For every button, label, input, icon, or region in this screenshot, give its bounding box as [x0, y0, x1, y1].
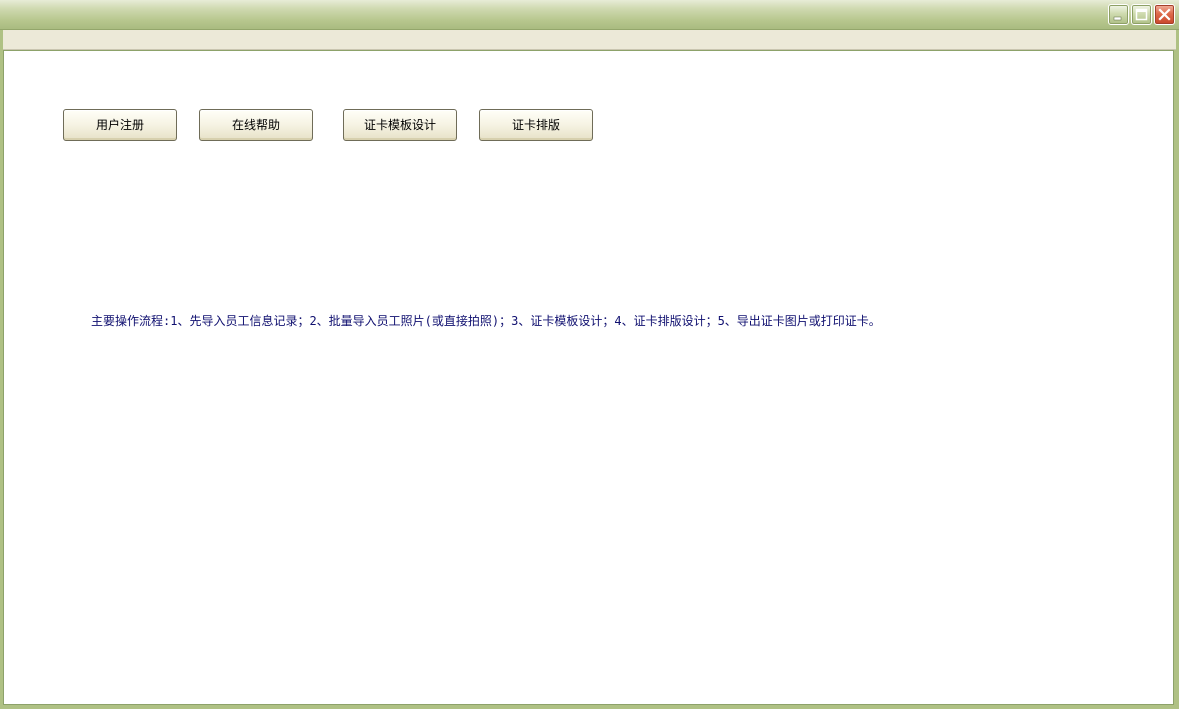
online-help-button[interactable]: 在线帮助: [199, 109, 313, 141]
card-template-design-button[interactable]: 证卡模板设计: [343, 109, 457, 141]
menu-bar: [3, 30, 1176, 50]
app-window: 用户注册 在线帮助 证卡模板设计 证卡排版 主要操作流程:1、先导入员工信息记录…: [0, 0, 1179, 709]
main-panel: 用户注册 在线帮助 证卡模板设计 证卡排版 主要操作流程:1、先导入员工信息记录…: [3, 50, 1174, 705]
title-bar[interactable]: [0, 0, 1179, 30]
minimize-icon: [1113, 16, 1122, 21]
maximize-button[interactable]: [1131, 4, 1152, 25]
close-icon: [1158, 8, 1171, 21]
close-button[interactable]: [1154, 4, 1175, 25]
user-register-button[interactable]: 用户注册: [63, 109, 177, 141]
card-layout-button[interactable]: 证卡排版: [479, 109, 593, 141]
workflow-instructions: 主要操作流程:1、先导入员工信息记录；2、批量导入员工照片(或直接拍照)；3、证…: [91, 314, 881, 328]
window-controls: [1108, 4, 1175, 26]
maximize-icon: [1135, 8, 1148, 21]
minimize-button[interactable]: [1108, 4, 1129, 25]
